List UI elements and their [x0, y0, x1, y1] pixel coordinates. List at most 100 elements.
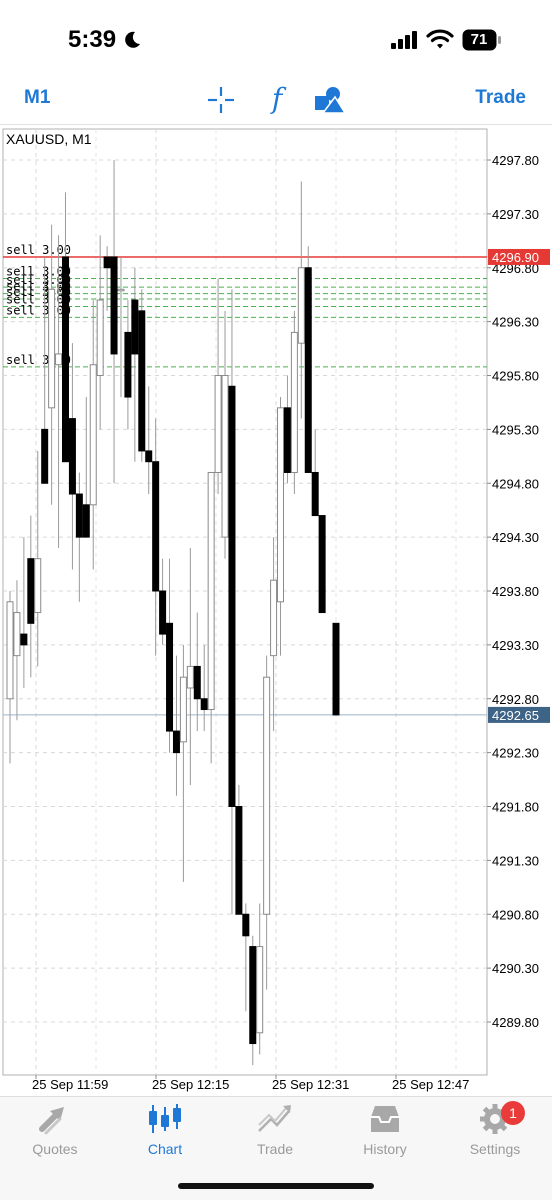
- signal-icon: [391, 31, 417, 49]
- candle-body: [41, 428, 49, 484]
- candle-body: [138, 310, 146, 452]
- time-label: 25 Sep 12:31: [272, 1077, 349, 1092]
- candle-body: [13, 612, 21, 657]
- candle-body: [179, 676, 187, 743]
- candle-body: [249, 946, 257, 1045]
- tab-history[interactable]: History: [330, 1103, 440, 1169]
- candle-body: [96, 299, 104, 376]
- tab-quotes[interactable]: Quotes: [0, 1103, 110, 1169]
- candle-body: [332, 622, 340, 716]
- candle-body: [186, 665, 194, 689]
- candle-body: [117, 288, 125, 292]
- candle-body: [297, 267, 305, 344]
- price-label: 4296.30: [492, 315, 539, 330]
- candlestick-chart[interactable]: sell 3.00sell 3.00sell 3.00sell 3.00sell…: [0, 126, 552, 1096]
- price-label: 4297.80: [492, 153, 539, 168]
- chart-toolbar: M1 f Trade: [0, 78, 552, 120]
- candle-body: [166, 622, 174, 732]
- candle-body: [318, 515, 326, 614]
- tab-trade[interactable]: Trade: [220, 1103, 330, 1169]
- price-label: 4292.30: [492, 746, 539, 761]
- tab-history-label: History: [363, 1141, 407, 1157]
- price-label: 4290.80: [492, 907, 539, 922]
- price-label: 4293.80: [492, 584, 539, 599]
- timeframe-button[interactable]: M1: [24, 87, 50, 109]
- objects-icon[interactable]: [314, 85, 346, 115]
- price-chart[interactable]: sell 3.00 sell 3.00 sell 3.00 sell 3.00 sell…: [0, 126, 552, 1096]
- candle-body: [110, 256, 118, 355]
- price-label: 4295.30: [492, 422, 539, 437]
- candle-body: [235, 806, 243, 915]
- candle-body: [75, 493, 83, 538]
- candle-body: [207, 471, 215, 711]
- price-label: 4294.30: [492, 530, 539, 545]
- candle-body: [34, 558, 42, 614]
- price-label: 4292.80: [492, 692, 539, 707]
- chart-icon: [149, 1104, 181, 1133]
- candle-body: [200, 698, 208, 711]
- candle: [290, 310, 298, 495]
- candle-body: [152, 461, 160, 592]
- candle-body: [304, 267, 312, 473]
- candle-body: [103, 256, 111, 269]
- price-label: 4291.80: [492, 800, 539, 815]
- function-icon[interactable]: f: [262, 82, 292, 116]
- price-label: 4289.80: [492, 1015, 539, 1030]
- candle: [318, 515, 326, 614]
- wifi-icon: [426, 29, 454, 49]
- toolbar-divider: [0, 124, 552, 125]
- candle-body: [55, 353, 63, 366]
- notification-badge: 1: [501, 1101, 525, 1125]
- candle-body: [82, 504, 90, 538]
- tab-chart[interactable]: Chart: [110, 1103, 220, 1169]
- candle-body: [290, 331, 298, 473]
- symbol-label: XAUUSD, M1: [6, 131, 92, 147]
- candle-body: [6, 601, 14, 700]
- battery-level: 71: [470, 31, 488, 48]
- bid-price-tag: 4292.65: [492, 708, 539, 723]
- price-label: 4293.30: [492, 638, 539, 653]
- status-time: 5:39: [68, 26, 117, 53]
- home-indicator: [178, 1183, 374, 1189]
- candle-body: [270, 579, 278, 657]
- candle-body: [20, 633, 28, 646]
- candle-body: [193, 665, 201, 700]
- quotes-icon: [39, 1107, 64, 1135]
- candle-body: [124, 331, 132, 398]
- tab-chart-label: Chart: [147, 1141, 183, 1157]
- price-label: 4291.30: [492, 853, 539, 868]
- tab-trade-label: Trade: [256, 1141, 294, 1157]
- candle-body: [214, 375, 222, 473]
- tab-settings[interactable]: 1 Settings: [440, 1101, 550, 1169]
- sell-price-tag: 4296.90: [492, 250, 539, 265]
- status-bar: 5:39 71: [0, 0, 552, 80]
- candle-body: [89, 364, 97, 506]
- candle: [138, 289, 146, 462]
- tab-quotes-label: Quotes: [32, 1141, 78, 1157]
- candle-body: [256, 946, 264, 1034]
- candle-body: [145, 450, 153, 463]
- moon-icon: [125, 31, 140, 48]
- candle-body: [242, 913, 250, 937]
- order-label: sell 3.00: [6, 243, 71, 257]
- price-label: 4290.30: [492, 961, 539, 976]
- candle: [304, 246, 312, 473]
- candle-body: [283, 407, 291, 473]
- time-label: 25 Sep 12:47: [392, 1077, 469, 1092]
- trade-icon: [258, 1105, 291, 1132]
- crosshair-icon[interactable]: [207, 86, 235, 114]
- tab-settings-label: Settings: [469, 1141, 521, 1157]
- candle-body: [277, 407, 285, 603]
- candle-body: [228, 385, 236, 807]
- time-label: 25 Sep 12:15: [152, 1077, 229, 1092]
- candle-body: [172, 730, 180, 754]
- price-label: 4297.30: [492, 207, 539, 222]
- candle: [332, 622, 340, 716]
- candle-body: [61, 256, 69, 463]
- price-label: 4295.80: [492, 369, 539, 384]
- time-label: 25 Sep 11:59: [32, 1077, 108, 1092]
- candle-body: [68, 418, 76, 495]
- history-icon: [371, 1106, 399, 1132]
- candle-body: [263, 676, 271, 915]
- trade-button[interactable]: Trade: [475, 87, 526, 109]
